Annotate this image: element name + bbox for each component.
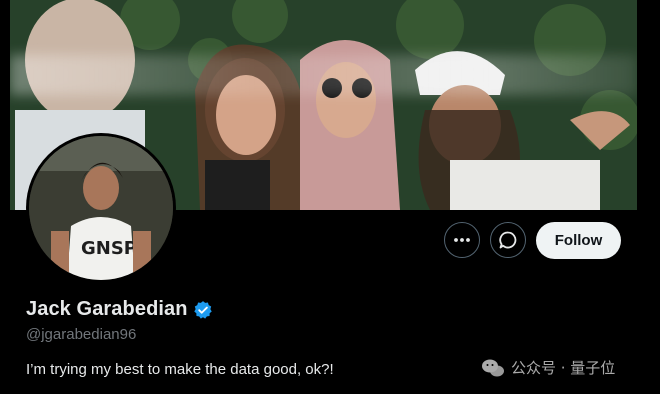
follow-button[interactable]: Follow <box>536 222 621 259</box>
profile-page: GNSP Follow Jack Garabedian @jgarabedian… <box>0 0 660 394</box>
name-row: Jack Garabedian <box>26 298 213 321</box>
display-name: Jack Garabedian <box>26 298 188 320</box>
wechat-logo-icon <box>482 359 504 376</box>
message-bubble-icon <box>499 231 517 249</box>
svg-text:GNSP: GNSP <box>81 238 137 259</box>
profile-avatar[interactable]: GNSP <box>26 133 176 283</box>
wechat-watermark: 公众号 · 量子位 <box>481 357 615 378</box>
profile-bio: I’m trying my best to make the data good… <box>26 361 334 378</box>
watermark-text: 公众号 · 量子位 <box>511 359 616 377</box>
user-handle: @jgarabedian96 <box>26 326 137 343</box>
message-button[interactable] <box>490 222 526 258</box>
verified-badge-icon[interactable] <box>193 300 213 320</box>
more-options-button[interactable] <box>444 222 480 258</box>
banner-light-glare <box>10 55 637 95</box>
more-horizontal-icon <box>454 238 470 242</box>
avatar-photo: GNSP <box>29 136 173 280</box>
